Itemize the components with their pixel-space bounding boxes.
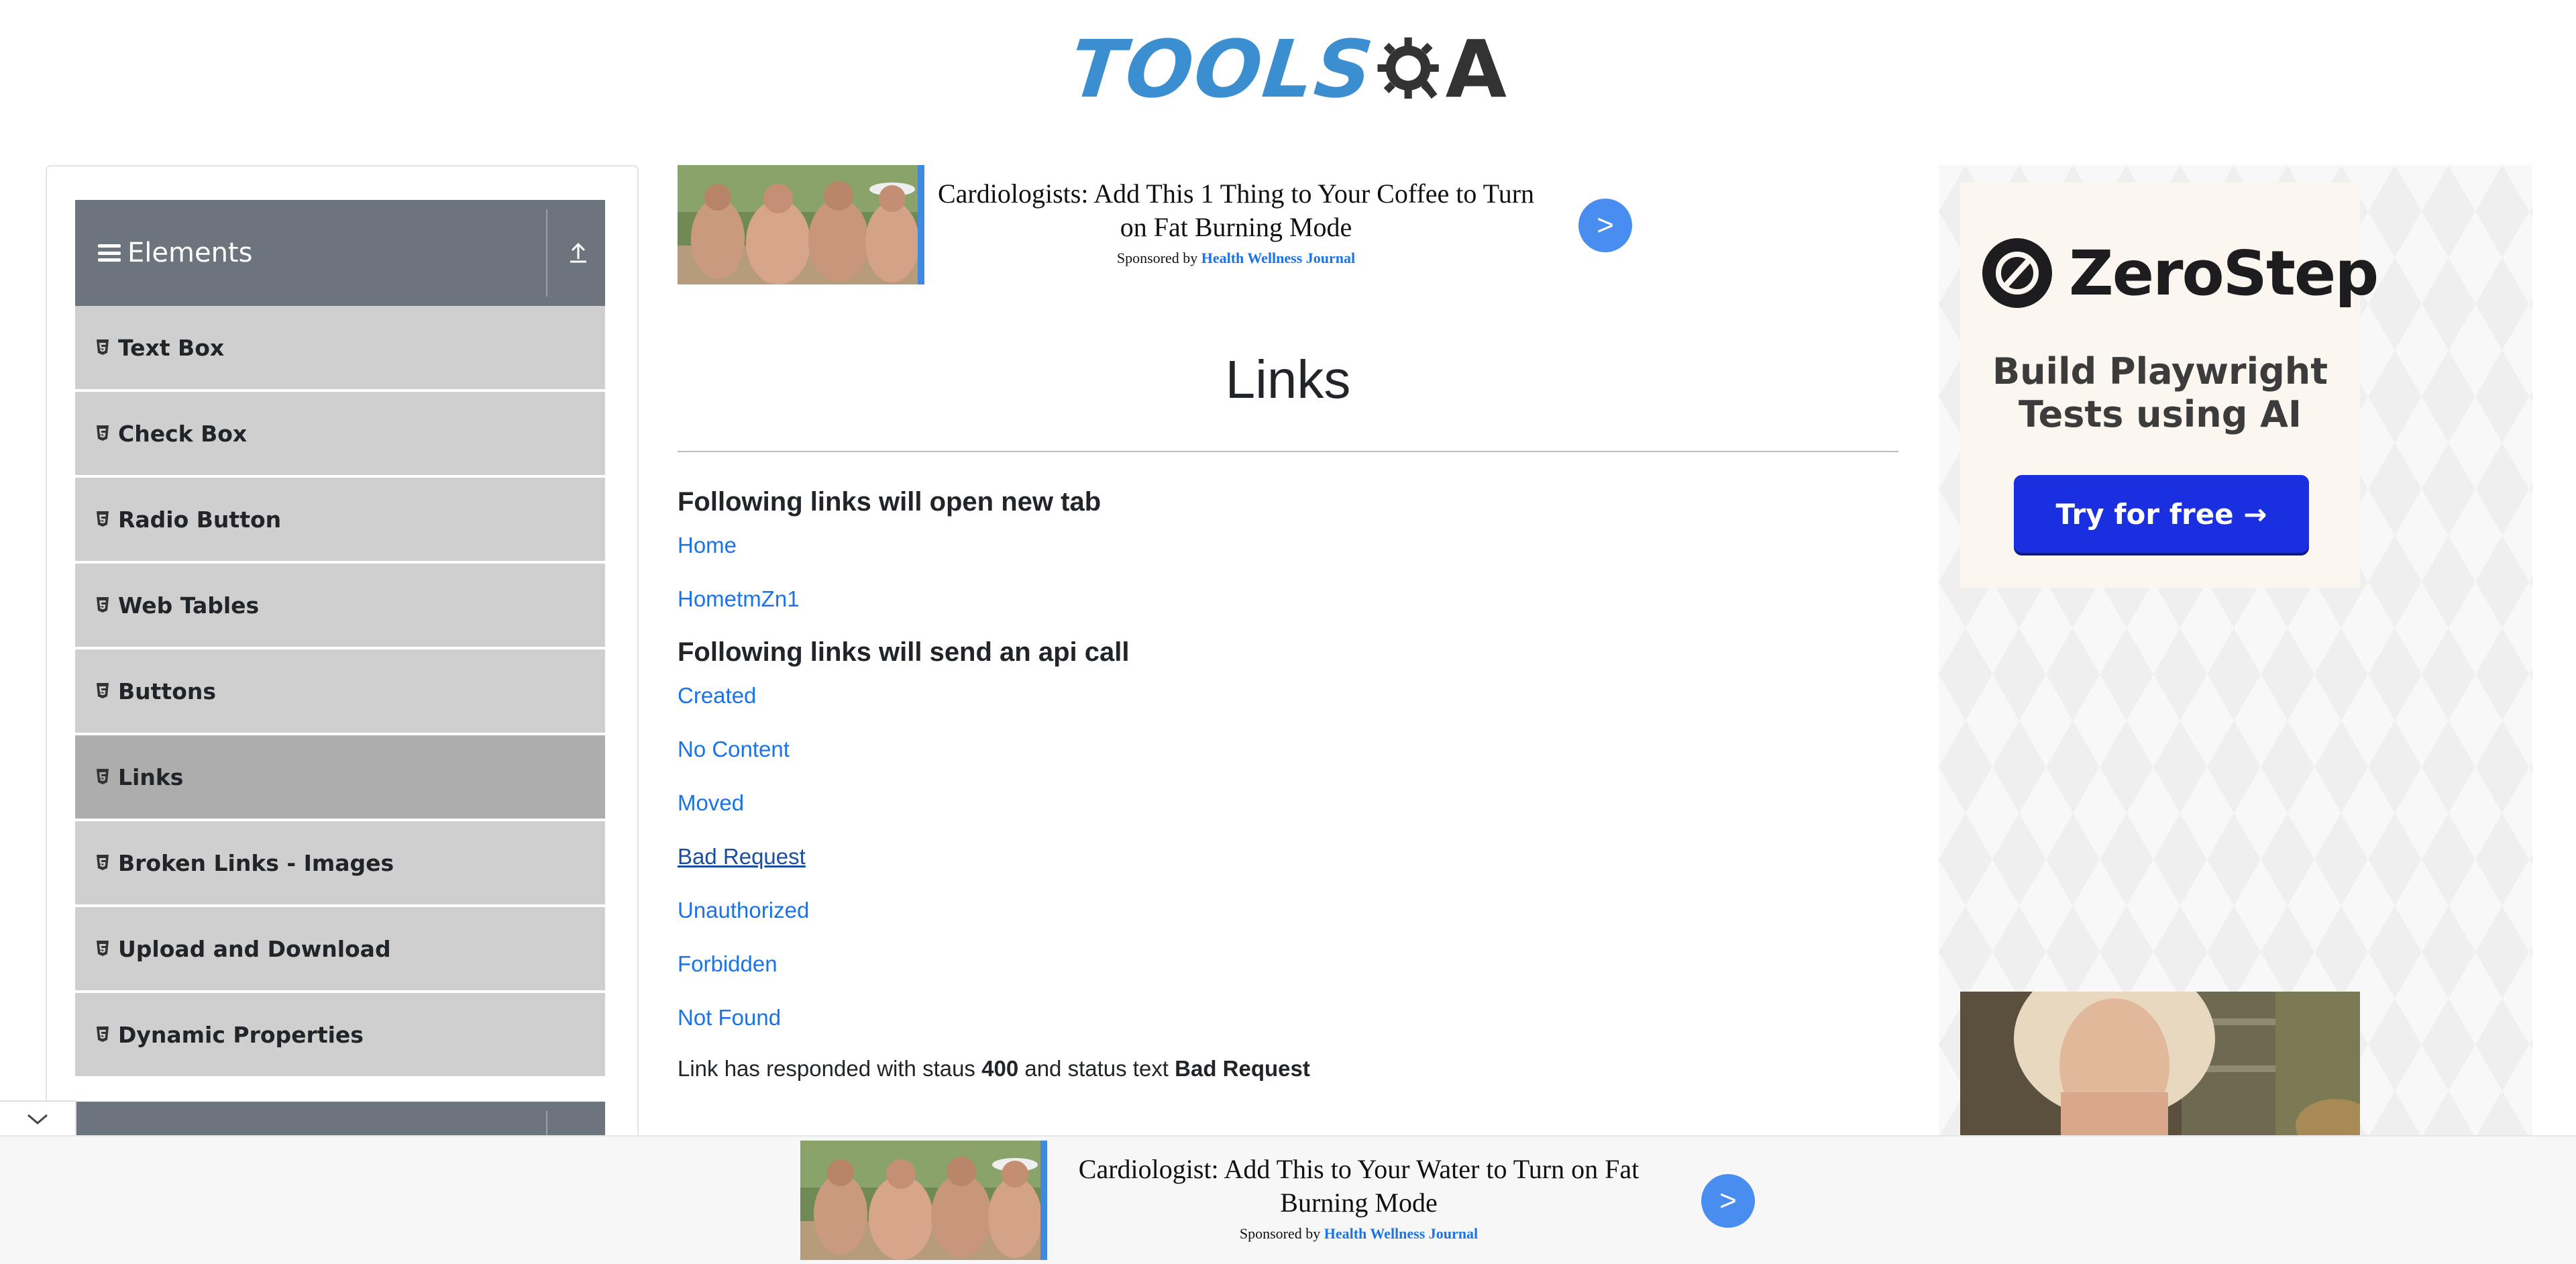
sidebar-item-label: Text Box	[118, 334, 225, 361]
group-title: Elements	[127, 238, 253, 268]
elements-group-header[interactable]: Elements	[75, 200, 605, 306]
ad-brand-link[interactable]: Health Wellness Journal	[1201, 250, 1355, 266]
sidebar-item-label: Check Box	[118, 420, 248, 447]
zerostep-logo: ZeroStep	[1980, 236, 2379, 310]
ad-headline: Cardiologists: Add This 1 Thing to Your …	[937, 178, 1535, 242]
ad-sponsor: Sponsored by Health Wellness Journal	[1049, 1225, 1669, 1243]
collapse-bottom-ad-button[interactable]	[0, 1100, 76, 1137]
ad-accent-bar	[918, 165, 924, 284]
zerostep-tagline: Build Playwright Tests using AI	[1960, 350, 2360, 436]
html5-icon	[97, 1026, 109, 1042]
html5-icon	[97, 941, 109, 956]
tagline-line-1: Build Playwright	[1992, 350, 2328, 392]
zerostep-brand: ZeroStep	[2069, 237, 2379, 309]
ad-sponsor: Sponsored by Health Wellness Journal	[926, 250, 1546, 267]
html5-icon	[97, 855, 109, 870]
zerostep-ad[interactable]: ZeroStep Build Playwright Tests using AI…	[1960, 182, 2379, 588]
sidebar-item-radio-button[interactable]: Radio Button	[75, 478, 605, 562]
link-home[interactable]: Home	[678, 533, 737, 558]
page-title: Links	[1225, 350, 1351, 409]
tagline-line-2: Tests using AI	[2018, 393, 2302, 435]
ad-text: Cardiologist: Add This to Your Water to …	[1049, 1153, 1669, 1243]
api-links-heading: Following links will send an api call	[678, 637, 1130, 667]
sidebar-item-check-box[interactable]: Check Box	[75, 392, 605, 476]
html5-icon	[97, 683, 109, 698]
header-divider	[546, 1111, 547, 1138]
ad-sponsored-label: Sponsored by	[1116, 250, 1198, 266]
sidebar-item-links[interactable]: Links	[75, 735, 605, 820]
link-created[interactable]: Created	[678, 683, 756, 708]
chevron-down-icon	[28, 1114, 48, 1124]
html5-icon	[97, 769, 109, 784]
response-status-code: 400	[981, 1056, 1019, 1081]
response-prefix: Link has responded with staus	[678, 1056, 975, 1081]
sidebar-item-label: Radio Button	[118, 506, 282, 533]
sidebar-item-label: Web Tables	[118, 592, 260, 619]
header-divider	[546, 209, 547, 297]
logo-gear-magnifier-icon	[1377, 37, 1440, 99]
sidebar-menu: Text Box Check Box Radio Button Web Tabl…	[75, 306, 605, 1079]
ad-next-button[interactable]: >	[1578, 199, 1632, 252]
link-bad-request[interactable]: Bad Request	[678, 844, 806, 870]
response-middle: and status text	[1024, 1056, 1169, 1081]
link-not-found[interactable]: Not Found	[678, 1005, 781, 1031]
html5-icon	[97, 339, 109, 355]
sidebar-item-label: Broken Links - Images	[118, 849, 394, 876]
html5-icon	[97, 597, 109, 613]
ad-woman-photo[interactable]	[1960, 992, 2360, 1135]
link-unauthorized[interactable]: Unauthorized	[678, 898, 809, 923]
sidebar-item-label: Upload and Download	[118, 935, 391, 962]
ad-text: Cardiologists: Add This 1 Thing to Your …	[926, 177, 1546, 267]
response-status-text: Bad Request	[1175, 1056, 1310, 1081]
toolsqa-logo[interactable]: TOOLS A	[1066, 19, 1507, 119]
link-response-message: Link has responded with staus 400 and st…	[678, 1056, 1310, 1082]
try-for-free-button[interactable]: Try for free →	[2014, 475, 2309, 553]
title-divider	[678, 451, 1898, 452]
sidebar-item-web-tables[interactable]: Web Tables	[75, 564, 605, 648]
logo-text-tools: TOOLS	[1065, 23, 1379, 115]
sidebar-item-broken-links-images[interactable]: Broken Links - Images	[75, 821, 605, 906]
sidebar-item-buttons[interactable]: Buttons	[75, 649, 605, 734]
bottom-ad-banner[interactable]: Cardiologist: Add This to Your Water to …	[800, 1141, 1756, 1260]
menu-icon	[98, 244, 121, 262]
logo-text-a: A	[1445, 23, 1507, 115]
html5-icon	[97, 511, 109, 527]
sidebar-item-label: Dynamic Properties	[118, 1021, 364, 1048]
sidebar-item-label: Links	[118, 763, 184, 790]
ad-brand-link[interactable]: Health Wellness Journal	[1324, 1225, 1478, 1242]
ad-accent-bar	[1040, 1141, 1047, 1260]
ad-headline: Cardiologist: Add This to Your Water to …	[1078, 1154, 1640, 1218]
zerostep-logo-icon	[1982, 238, 2052, 308]
html5-icon	[97, 425, 109, 441]
ad-next-button[interactable]: >	[1701, 1174, 1755, 1228]
ad-sponsored-label: Sponsored by	[1239, 1225, 1321, 1242]
link-dynamic-home[interactable]: HometmZn1	[678, 586, 800, 612]
sidebar-item-text-box[interactable]: Text Box	[75, 306, 605, 390]
sidebar-item-dynamic-properties[interactable]: Dynamic Properties	[75, 993, 605, 1077]
new-tab-links-heading: Following links will open new tab	[678, 487, 1102, 517]
link-forbidden[interactable]: Forbidden	[678, 951, 777, 977]
link-moved[interactable]: Moved	[678, 790, 744, 816]
sidebar-item-label: Buttons	[118, 678, 217, 704]
link-no-content[interactable]: No Content	[678, 737, 790, 762]
ad-photo	[800, 1141, 1047, 1260]
top-ad-banner[interactable]: Cardiologists: Add This 1 Thing to Your …	[678, 165, 1633, 284]
ad-photo	[678, 165, 924, 284]
forms-group-header[interactable]	[75, 1102, 605, 1138]
sidebar-item-upload-and-download[interactable]: Upload and Download	[75, 907, 605, 992]
collapse-up-icon[interactable]	[565, 239, 592, 266]
